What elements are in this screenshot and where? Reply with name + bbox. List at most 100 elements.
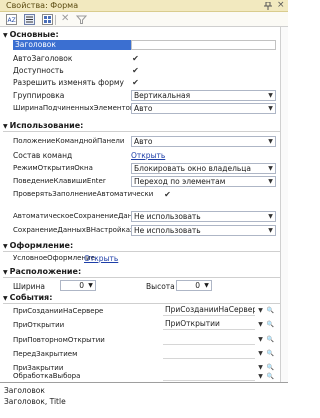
grouping-label: Группировка xyxy=(13,91,65,100)
child-width-label: ШиринаПодчиненныхЭлементов xyxy=(13,104,131,112)
close-icon[interactable]: × xyxy=(277,1,285,10)
svg-text:AZ: AZ xyxy=(8,17,16,24)
sort-alpha-icon[interactable]: AZ xyxy=(6,14,17,25)
width-spin[interactable]: 0 ▼ xyxy=(60,280,96,291)
chevron-down-icon[interactable]: ▼ xyxy=(256,306,265,315)
section-usage-label: Использование: xyxy=(9,121,84,130)
chevron-down-icon[interactable]: ▼ xyxy=(266,212,275,221)
cmdpanel-value: Авто xyxy=(134,137,153,146)
chevron-down-icon[interactable]: ▼ xyxy=(266,137,275,146)
conditional-design-open-link[interactable]: Открыть xyxy=(84,254,118,263)
allow-change-checkbox[interactable]: ✔ xyxy=(131,78,140,87)
window-title: Свойства: Форма xyxy=(6,1,79,10)
event-label: ПриСозданииНаСервере xyxy=(13,307,104,315)
chevron-down-icon[interactable]: ▼ xyxy=(256,320,265,329)
chevron-down-icon[interactable]: ▼ xyxy=(86,281,95,290)
search-icon[interactable]: 🔍 xyxy=(266,372,275,381)
section-basic[interactable]: ▼ Основные: xyxy=(3,30,59,40)
chevron-down-icon[interactable]: ▼ xyxy=(256,372,265,381)
section-layout-label: Расположение: xyxy=(9,267,82,276)
event-handler-field[interactable] xyxy=(163,334,255,345)
cmdpanel-label: ПоложениеКоманднойПанели xyxy=(13,137,125,145)
commands-label: Состав команд xyxy=(13,151,73,160)
window-titlebar: Свойства: Форма × xyxy=(0,0,288,12)
event-handler-field[interactable] xyxy=(163,348,255,359)
chevron-down-icon[interactable]: ▼ xyxy=(256,349,265,358)
enter-behavior-label: ПоведениеКлавишиEnter xyxy=(13,177,106,185)
section-usage[interactable]: ▼ Использование: xyxy=(3,121,83,131)
event-handler-field[interactable]: ПриОткрытии xyxy=(163,319,255,330)
child-width-value: Авто xyxy=(134,104,153,113)
filter-icon[interactable] xyxy=(75,14,88,25)
title-property-label[interactable]: Заголовок xyxy=(13,40,131,50)
availability-checkbox[interactable]: ✔ xyxy=(131,66,140,75)
window-mode-label: РежимОткрытияОкна xyxy=(13,164,93,172)
vertical-scrollbar[interactable] xyxy=(280,27,288,382)
description-text: Заголовок, Title xyxy=(4,397,66,406)
property-description: Заголовок Заголовок, Title xyxy=(0,382,288,418)
grouping-select[interactable]: Вертикальная ▼ xyxy=(131,90,276,101)
autosave-label: АвтоматическоеСохранениеДанныхВНас xyxy=(13,212,131,220)
search-icon[interactable]: 🔍 xyxy=(266,363,275,372)
height-value: 0 xyxy=(195,281,200,290)
width-label: Ширина xyxy=(13,282,46,291)
autosave-value: Не использовать xyxy=(134,212,201,221)
section-design[interactable]: ▼ Оформление: xyxy=(3,241,73,251)
save-settings-select[interactable]: Не использовать ▼ xyxy=(131,225,276,236)
section-events[interactable]: ▼ События: xyxy=(3,293,52,303)
clear-icon[interactable]: ✕ xyxy=(61,14,72,25)
autotitle-label: АвтоЗаголовок xyxy=(13,54,73,63)
chevron-down-icon[interactable]: ▼ xyxy=(266,104,275,113)
chevron-down-icon[interactable]: ▼ xyxy=(266,177,275,186)
list-view-icon[interactable] xyxy=(42,14,53,25)
allow-change-label: Разрешить изменять форму xyxy=(13,78,124,87)
event-label: ОбработкаВыбора xyxy=(13,372,81,380)
group-by-category-icon[interactable] xyxy=(24,14,35,25)
event-handler-field[interactable]: ПриСозданииНаСервере xyxy=(163,305,255,316)
chevron-down-icon[interactable]: ▼ xyxy=(266,164,275,173)
enter-behavior-value: Переход по элементам xyxy=(134,177,226,186)
divider xyxy=(3,131,283,132)
event-label: ПриОткрытии xyxy=(13,321,65,329)
toolbar-separator xyxy=(55,15,56,25)
description-title: Заголовок xyxy=(4,386,45,395)
event-label: ПриПовторномОткрытии xyxy=(13,336,105,344)
cmdpanel-select[interactable]: Авто ▼ xyxy=(131,136,276,147)
divider xyxy=(3,277,283,278)
grouping-value: Вертикальная xyxy=(134,91,191,100)
title-property-input[interactable] xyxy=(131,40,276,50)
chevron-down-icon[interactable]: ▼ xyxy=(266,226,275,235)
save-settings-label: СохранениеДанныхВНастройках xyxy=(13,226,131,234)
window-mode-select[interactable]: Блокировать окно владельца ▼ xyxy=(131,163,276,174)
commands-open-link[interactable]: Открыть xyxy=(131,151,165,160)
autosave-select[interactable]: Не использовать ▼ xyxy=(131,211,276,222)
window-mode-value: Блокировать окно владельца xyxy=(134,164,251,173)
search-icon[interactable]: 🔍 xyxy=(266,335,275,344)
property-grid: ▼ Основные: Заголовок АвтоЗаголовок ✔ Дос… xyxy=(0,27,288,382)
autotitle-checkbox[interactable]: ✔ xyxy=(131,54,140,63)
conditional-design-label: УсловноеОформление xyxy=(13,254,95,262)
width-value: 0 xyxy=(79,281,84,290)
search-icon[interactable]: 🔍 xyxy=(266,349,275,358)
child-width-select[interactable]: Авто ▼ xyxy=(131,103,276,114)
toolbar: AZ ✕ xyxy=(0,12,288,27)
chevron-down-icon[interactable]: ▼ xyxy=(256,335,265,344)
height-spin[interactable]: 0 ▼ xyxy=(176,280,212,291)
section-events-label: События: xyxy=(9,293,53,302)
section-basic-label: Основные: xyxy=(9,30,59,39)
autofill-check-checkbox[interactable]: ✔ xyxy=(163,190,172,199)
search-icon[interactable]: 🔍 xyxy=(266,306,275,315)
divider xyxy=(3,303,283,304)
chevron-down-icon[interactable]: ▼ xyxy=(256,363,265,372)
pin-icon[interactable] xyxy=(264,1,272,10)
event-handler-field[interactable] xyxy=(163,371,255,381)
chevron-down-icon[interactable]: ▼ xyxy=(202,281,211,290)
section-design-label: Оформление: xyxy=(9,241,74,250)
availability-label: Доступность xyxy=(13,66,64,75)
enter-behavior-select[interactable]: Переход по элементам ▼ xyxy=(131,176,276,187)
search-icon[interactable]: 🔍 xyxy=(266,320,275,329)
autofill-check-label: ПроверятьЗаполнениеАвтоматически xyxy=(13,190,154,198)
section-layout[interactable]: ▼ Расположение: xyxy=(3,267,81,277)
event-label: ПередЗакрытием xyxy=(13,350,78,358)
chevron-down-icon[interactable]: ▼ xyxy=(266,91,275,100)
